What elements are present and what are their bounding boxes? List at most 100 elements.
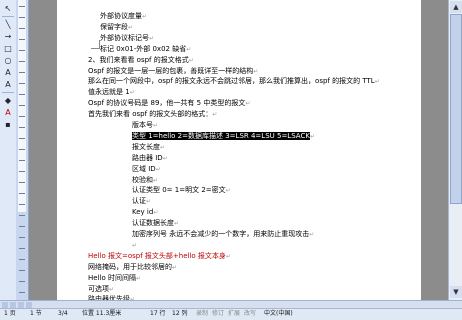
line-text: 类型 1=hello 2=数据库描述 3=LSR 4=LSU 5=LSACK	[132, 131, 310, 140]
wordart-tool-icon[interactable]: A	[2, 80, 14, 90]
document-line[interactable]: Key id↵	[132, 208, 158, 217]
line-text: 认证类型 0= 1=明文 2=密文	[132, 186, 226, 195]
ruler-tick	[19, 83, 25, 84]
document-line[interactable]: 那么在同一个网段中，ospf 的报文永远不会跳过邻居，那么我们推算出，ospf …	[88, 77, 380, 86]
crop-mark	[91, 40, 100, 49]
document-line[interactable]: Hello 时间间隔↵	[88, 274, 141, 283]
textbox-tool-icon[interactable]: A	[2, 68, 14, 78]
line-text: Key id	[132, 208, 154, 217]
document-line[interactable]: 认证类型 0= 1=明文 2=密文↵	[132, 186, 231, 195]
fill-color-icon[interactable]: ◆	[2, 96, 14, 106]
paragraph-mark-icon: ↵	[212, 111, 218, 119]
line-text: Hello 时间间隔	[88, 273, 136, 282]
line-text: 外部协议标记号	[100, 33, 149, 42]
document-line[interactable]: 外部协议标记号↵	[100, 34, 154, 43]
ruler-tick	[19, 149, 25, 150]
line-text: 网络掩码，用于比较邻居的	[88, 262, 172, 271]
status-bar: 1 页 1 节 3/4 位置 11.3厘米 17 行 12 列 录制 修订 扩展…	[0, 308, 462, 320]
status-trk[interactable]: 修订	[212, 309, 224, 319]
line-text: 外部协议度量	[100, 12, 142, 20]
line-text: 加密序列号 永远不会减少的一个数字，用来防止重现攻击	[132, 230, 310, 238]
document-line[interactable]: 网络掩码，用于比较邻居的↵	[88, 263, 177, 272]
line-text: Hello 报文=ospf 报文头部+hello 报文本身	[88, 251, 226, 260]
scroll-up-icon[interactable]: ▲	[450, 1, 462, 13]
paragraph-mark-icon: ↵	[142, 13, 148, 20]
status-page: 1 页	[4, 310, 16, 317]
document-line[interactable]: 认证数据长度↵	[132, 219, 179, 228]
document-line[interactable]: 值永远就是 1↵	[88, 88, 135, 97]
ruler-tick	[19, 28, 25, 29]
ruler-tick	[19, 204, 25, 205]
paragraph-mark-icon: ↵	[155, 165, 161, 173]
ruler-tick	[19, 270, 25, 271]
document-line[interactable]: 可选项↵	[88, 285, 114, 294]
status-ext[interactable]: 扩展	[228, 309, 240, 319]
paragraph-mark-icon: ↵	[153, 176, 159, 184]
paragraph-mark-icon: ↵	[128, 23, 134, 31]
paragraph-mark-icon: ↵	[132, 241, 138, 249]
line-text: 2、我们来看看 ospf 的报文格式	[88, 55, 189, 64]
document-line[interactable]: 认证↵	[132, 197, 151, 206]
document-line[interactable]: 外部协议度量↵	[100, 12, 147, 21]
oval-tool-icon[interactable]: ○	[2, 56, 14, 66]
vertical-ruler	[16, 0, 29, 300]
ruler-tick	[19, 215, 25, 216]
ruler-tick	[19, 248, 25, 249]
document-line[interactable]: 类型 1=hello 2=数据库描述 3=LSR 4=LSU 5=LSACK↵	[132, 131, 315, 141]
ruler-text-area	[18, 0, 26, 212]
document-line[interactable]: 版本号↵	[132, 121, 158, 130]
document-line[interactable]: 2、我们来看看 ospf 的报文格式↵	[88, 56, 194, 65]
status-rec[interactable]: 录制	[196, 309, 208, 319]
line-tool-icon[interactable]: ╲	[2, 20, 14, 30]
paragraph-mark-icon: ↵	[146, 198, 152, 206]
ruler-tick	[19, 6, 25, 7]
document-line[interactable]: 保留字段↵	[100, 23, 133, 32]
paragraph-mark-icon: ↵	[225, 187, 231, 195]
document-line[interactable]: 区域 ID↵	[132, 165, 161, 174]
document-line[interactable]: 标记 0x01-外部 0x02 缺省↵	[100, 45, 191, 54]
vertical-scrollbar[interactable]: ▲ ▼	[448, 0, 462, 300]
document-line[interactable]: Ospf 的协议号码是 89，他一共有 5 中类型的报文↵	[88, 99, 250, 108]
document-line[interactable]: ↵	[132, 241, 137, 250]
select-icon[interactable]: ↖	[2, 4, 14, 14]
line-text: Ospf 的报文是一层一层的包裹，善既详至一样的结构	[88, 66, 254, 75]
scroll-down-icon[interactable]: ▼	[450, 286, 462, 298]
ruler-tick	[19, 193, 25, 194]
document-page[interactable]: 外部协议度量↵ 保留字段↵ 外部协议标记号↵ 标记 0x01-外部 0x02 缺省↵ 2…	[57, 0, 421, 303]
paragraph-mark-icon: ↵	[153, 122, 159, 129]
paragraph-mark-icon: ↵	[309, 231, 315, 238]
document-line[interactable]: Ospf 的报文是一层一层的包裹，善既详至一样的结构↵	[88, 67, 258, 76]
line-text: 保留字段	[100, 22, 128, 31]
document-line[interactable]: 报文长度↵	[132, 143, 165, 152]
status-language: 中文(中国)	[264, 310, 293, 317]
word-window: ↖ ╲ → □ ○ A A ◆ A ▪ 外部协议度量↵ 保留字段↵ 外部协议标记号↵…	[0, 0, 462, 320]
font-color-icon[interactable]: A	[2, 108, 14, 118]
toolbar-separator	[2, 16, 14, 17]
scroll-thumb[interactable]	[450, 14, 462, 204]
line-text: 报文长度	[132, 142, 160, 151]
paragraph-mark-icon: ↵	[245, 100, 251, 108]
status-column: 12 列	[172, 310, 188, 317]
rectangle-tool-icon[interactable]: □	[2, 44, 14, 54]
status-page-of: 3/4	[58, 310, 68, 317]
paragraph-mark-icon: ↵	[174, 220, 180, 228]
document-line[interactable]: 校验和↵	[132, 176, 158, 185]
shadow-tool-icon[interactable]: ▪	[2, 120, 14, 130]
toolbar-separator	[2, 92, 14, 93]
document-line[interactable]: 路由器 ID↵	[132, 154, 168, 163]
line-text: 首先我们来看 ospf 的报文头部的格式：	[88, 110, 213, 119]
drawing-toolbar: ↖ ╲ → □ ○ A A ◆ A ▪	[0, 0, 17, 300]
line-text: 值永远就是 1	[88, 88, 130, 97]
ruler-tick	[19, 50, 25, 51]
status-line: 17 行	[150, 310, 166, 317]
document-line[interactable]: 加密序列号 永远不会减少的一个数字，用来防止重现攻击↵	[132, 230, 314, 239]
document-line[interactable]: Hello 报文=ospf 报文头部+hello 报文本身↵	[88, 252, 231, 261]
arrow-tool-icon[interactable]: →	[2, 32, 14, 42]
status-ovr[interactable]: 改写	[244, 309, 256, 319]
line-text: 校验和	[132, 175, 153, 184]
line-text: 区域 ID	[132, 164, 156, 173]
document-line[interactable]: 首先我们来看 ospf 的报文头部的格式：↵	[88, 110, 217, 119]
paragraph-mark-icon: ↵	[135, 274, 141, 282]
paragraph-mark-icon: ↵	[186, 45, 192, 53]
line-text: 那么在同一个网段中，ospf 的报文永远不会跳过邻居，那么我们推算出，ospf …	[88, 77, 375, 86]
